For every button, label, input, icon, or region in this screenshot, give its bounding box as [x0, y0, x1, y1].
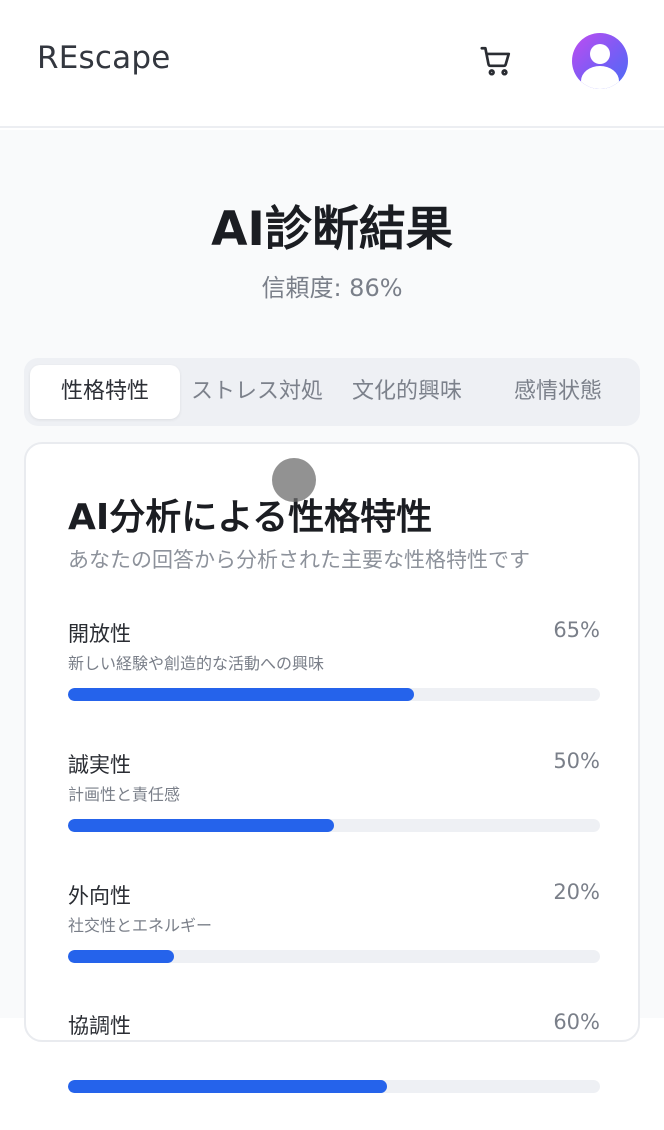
- trait-description: 計画性と責任感: [68, 785, 181, 804]
- tab-stress[interactable]: ストレス対処: [184, 365, 330, 419]
- card-title: AI分析による性格特性: [68, 497, 433, 538]
- trait-percent: 50%: [553, 749, 600, 773]
- progress-track: [68, 950, 600, 963]
- user-avatar-body: [581, 66, 619, 89]
- trait-name: 誠実性: [68, 753, 131, 777]
- confidence-label: 信頼度: 86%: [261, 274, 403, 302]
- trait-name: 外向性: [68, 884, 131, 908]
- progress-fill: [68, 819, 334, 832]
- progress-track: [68, 688, 600, 701]
- tab-emotion[interactable]: 感情状態: [496, 365, 620, 419]
- trait-conscientiousness: 誠実性 計画性と責任感 50%: [68, 749, 600, 869]
- touch-indicator: [272, 458, 316, 502]
- app-logo[interactable]: REscape: [37, 40, 170, 76]
- trait-description: 社交性とエネルギー: [68, 916, 213, 935]
- trait-description: 新しい経験や創造的な活動への興味: [68, 654, 325, 673]
- trait-openness: 開放性 新しい経験や創造的な活動への興味 65%: [68, 618, 600, 738]
- progress-track: [68, 819, 600, 832]
- progress-fill: [68, 1080, 388, 1093]
- tab-personality[interactable]: 性格特性: [30, 365, 180, 419]
- main-content: AI診断結果 信頼度: 86% 性格特性 ストレス対処 文化的興味 感情状態 A…: [0, 130, 664, 1093]
- user-avatar[interactable]: [572, 33, 628, 89]
- result-tabs: 性格特性 ストレス対処 文化的興味 感情状態: [24, 358, 640, 426]
- trait-agreeableness: 協調性 60%: [68, 1010, 600, 1130]
- progress-track: [68, 1080, 600, 1093]
- cart-button[interactable]: [476, 40, 516, 82]
- cart-icon: [480, 46, 511, 76]
- trait-percent: 20%: [553, 880, 600, 904]
- progress-fill: [68, 688, 414, 701]
- progress-fill: [68, 950, 175, 963]
- trait-percent: 65%: [553, 618, 600, 642]
- trait-percent: 60%: [553, 1010, 600, 1034]
- app-header: REscape: [0, 0, 664, 128]
- tab-culture[interactable]: 文化的興味: [342, 365, 472, 419]
- trait-name: 開放性: [68, 622, 131, 646]
- trait-name: 協調性: [68, 1014, 131, 1038]
- trait-extraversion: 外向性 社交性とエネルギー 20%: [68, 880, 600, 1000]
- card-subtitle: あなたの回答から分析された主要な性格特性です: [68, 548, 530, 572]
- page-title: AI診断結果: [211, 202, 453, 257]
- user-avatar-icon: [590, 44, 610, 64]
- personality-card: AI分析による性格特性 あなたの回答から分析された主要な性格特性です 開放性 新…: [24, 442, 640, 1093]
